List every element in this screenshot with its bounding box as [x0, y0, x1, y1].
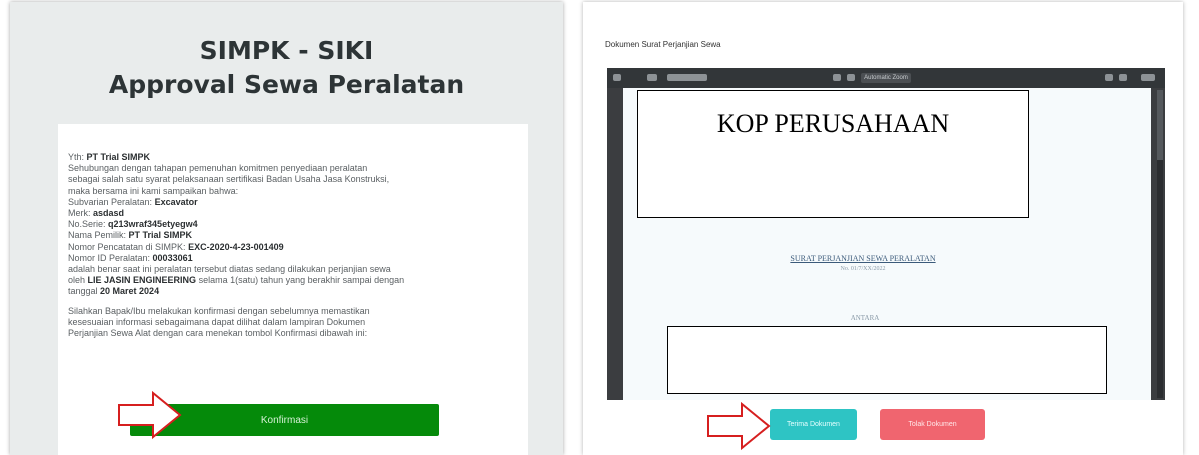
id-label: Nomor ID Peralatan: [68, 252, 153, 263]
para3-line3: Perjanjian Sewa Alat dengan cara menekan… [68, 328, 368, 339]
para2-date-label: tanggal [68, 286, 101, 297]
letter-body: Yth: PT Trial SIMPK Sehubungan dengan ta… [68, 152, 514, 339]
end-date: 20 Maret 2024 [100, 286, 160, 297]
search-icon[interactable] [647, 74, 657, 81]
para2-line1: adalah benar saat ini peralatan tersebut… [68, 264, 391, 275]
arrow-right-icon [118, 390, 182, 440]
zoom-in-icon[interactable] [847, 74, 855, 81]
pemilik-line: Nama Pemilik: PT Trial SIMPK [68, 230, 514, 241]
merk-line: Merk: asdasd [68, 208, 514, 219]
document-panel: Dokumen Surat Perjanjian Sewa Automatic … [583, 2, 1183, 455]
para1-line1: Sehubungan dengan tahapan pemenuhan komi… [68, 163, 368, 174]
approval-email-panel: SIMPK - SIKI Approval Sewa Peralatan Yth… [10, 2, 563, 455]
para2-line3: tanggal 20 Maret 2024 [68, 286, 514, 297]
print-icon[interactable] [1105, 74, 1113, 81]
download-icon[interactable] [1119, 74, 1127, 81]
noserie-label: No.Serie: [68, 219, 109, 230]
pencatatan-line: Nomor Pencatatan di SIMPK: EXC-2020-4-23… [68, 242, 514, 253]
lessee-company: LIE JASIN ENGINEERING [87, 275, 197, 286]
para1-line2: sebagai salah satu syarat pelaksanaan se… [68, 174, 390, 185]
para2-line2: oleh LIE JASIN ENGINEERING selama 1(satu… [68, 275, 514, 286]
zoom-select[interactable]: Automatic Zoom [861, 73, 911, 83]
subvarian-line: Subvarian Peralatan: Excavator [68, 197, 514, 208]
recipient-name: PT Trial SIMPK [86, 152, 151, 162]
noserie-value: q213wraf345etyegw4 [108, 219, 198, 230]
para2-post: selama 1(satu) tahun yang berakhir sampa… [196, 275, 405, 286]
para1-line3: maka bersama ini kami sampaikan bahwa: [68, 185, 239, 196]
pencatatan-label: Nomor Pencatatan di SIMPK: [68, 241, 189, 252]
recipient-line: Yth: PT Trial SIMPK [68, 152, 514, 163]
noserie-line: No.Serie: q213wraf345etyegw4 [68, 219, 514, 230]
document-heading: Dokumen Surat Perjanjian Sewa [605, 40, 721, 49]
recipient-label: Yth: [68, 152, 87, 162]
app-title: SIMPK - SIKI [199, 36, 374, 65]
accept-document-button[interactable]: Terima Dokumen [770, 409, 857, 440]
pencatatan-value: EXC-2020-4-23-001409 [188, 241, 284, 252]
subvarian-label: Subvarian Peralatan: [68, 196, 155, 207]
para2-pre: oleh [68, 275, 88, 286]
para3-line2: kesesuaian informasi sebagaimana dapat d… [68, 316, 366, 327]
letterhead-box: KOP PERUSAHAAN [637, 90, 1029, 218]
letterhead-text: KOP PERUSAHAAN [716, 109, 950, 138]
agreement-number: No. 01/7/XX/2022 [840, 266, 886, 272]
arrow-right-icon [707, 401, 771, 451]
more-tools-icon[interactable] [1141, 74, 1155, 81]
reject-document-button[interactable]: Tolak Dokumen [880, 409, 985, 440]
agreement-title: SURAT PERJANJIAN SEWA PERALATAN [790, 254, 936, 263]
page-nav-icon[interactable] [667, 74, 707, 81]
para3-line1: Silahkan Bapak/Ibu melakukan konfirmasi … [68, 305, 370, 316]
pdf-scrollbar-thumb[interactable] [1157, 90, 1163, 160]
merk-value: asdasd [93, 208, 125, 219]
redacted-box [667, 326, 1107, 394]
merk-label: Merk: [68, 208, 94, 219]
pdf-toolbar: Automatic Zoom [607, 68, 1165, 88]
sidebar-toggle-icon[interactable] [613, 74, 621, 81]
id-line: Nomor ID Peralatan: 00033061 [68, 253, 514, 264]
between-label: ANTARA [850, 314, 880, 322]
zoom-out-icon[interactable] [833, 74, 841, 81]
pemilik-value: PT Trial SIMPK [128, 230, 193, 241]
page-title: Approval Sewa Peralatan [108, 70, 465, 99]
pemilik-label: Nama Pemilik: [68, 230, 129, 241]
subvarian-value: Excavator [154, 196, 198, 207]
id-value: 00033061 [152, 252, 193, 263]
